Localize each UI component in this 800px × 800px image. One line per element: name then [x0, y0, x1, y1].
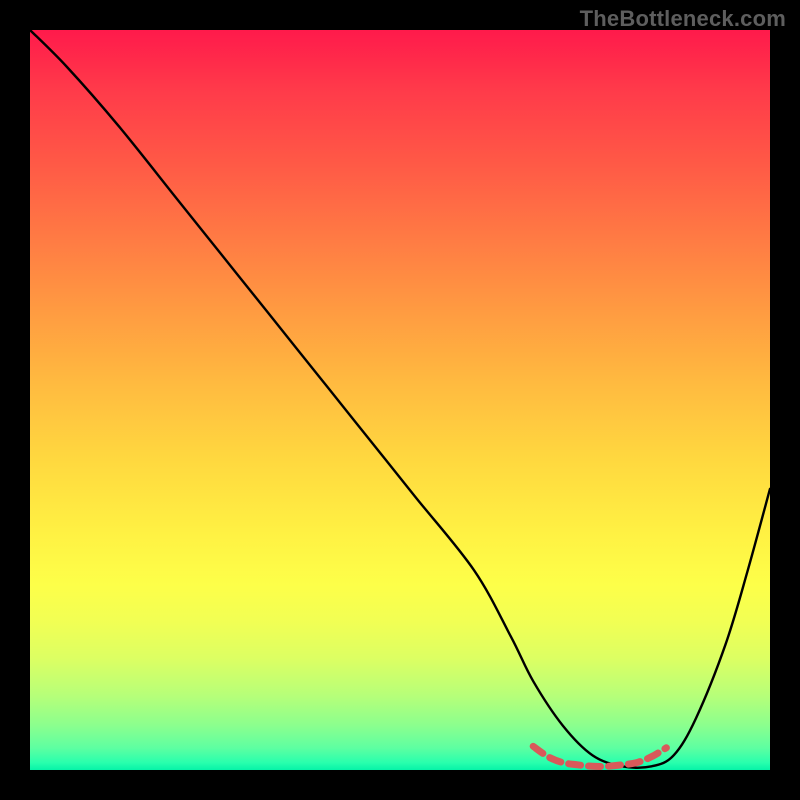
- watermark-text: TheBottleneck.com: [580, 6, 786, 32]
- curve-svg: [30, 30, 770, 770]
- stage: TheBottleneck.com: [0, 0, 800, 800]
- plot-area: [30, 30, 770, 770]
- main-curve: [30, 30, 770, 768]
- valley-highlight: [533, 746, 666, 766]
